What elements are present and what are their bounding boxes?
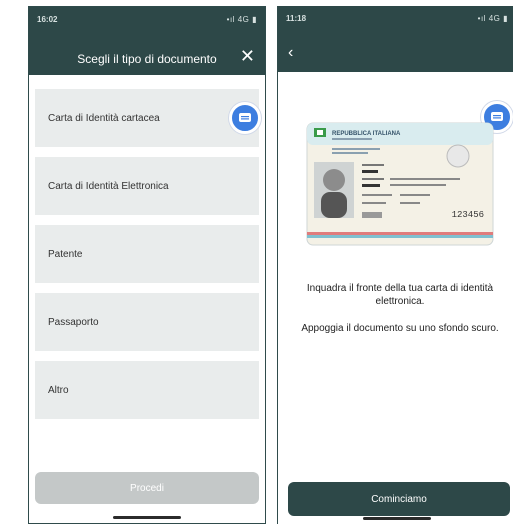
back-icon[interactable]: ‹ [288, 44, 293, 62]
document-type-screen: 16:02 •ıl 4G ▮ Scegli il tipo di documen… [28, 6, 266, 524]
card-number: 123456 [452, 210, 484, 220]
status-bar: 16:02 •ıl 4G ▮ [29, 7, 265, 33]
id-card-illustration: REPUBBLICA ITALIANA 123456 [306, 122, 494, 246]
status-indicators: •ıl 4G ▮ [226, 15, 257, 24]
home-indicator [113, 516, 181, 519]
instruction-text: Appoggia il documento su uno sfondo scur… [301, 323, 499, 334]
start-button[interactable]: Cominciamo [288, 482, 510, 516]
chat-icon[interactable] [229, 102, 261, 134]
document-option[interactable]: Altro [35, 361, 259, 419]
status-time: 16:02 [37, 15, 58, 24]
card-header-text: REPUBBLICA ITALIANA [332, 131, 401, 137]
document-option[interactable]: Passaporto [35, 293, 259, 351]
page-title: Scegli il tipo di documento [77, 52, 217, 66]
status-bar: 11:18 •ıl 4G ▮ [278, 6, 513, 32]
home-indicator [363, 517, 431, 520]
header-bar: 11:18 •ıl 4G ▮ ‹ [278, 6, 513, 72]
instruction-text: Inquadra il fronte della tua carta di id… [306, 283, 494, 307]
proceed-button[interactable]: Procedi [35, 472, 259, 504]
card-instructions-screen: 11:18 •ıl 4G ▮ ‹ REPUBBLICA ITALIANA 123… [277, 6, 513, 524]
status-indicators: •ıl 4G ▮ [477, 14, 508, 23]
close-icon[interactable]: ✕ [240, 47, 255, 65]
document-option[interactable]: Patente [35, 225, 259, 283]
document-option[interactable]: Carta di Identità Elettronica [35, 157, 259, 215]
header-bar: 16:02 •ıl 4G ▮ Scegli il tipo di documen… [29, 7, 265, 75]
status-time: 11:18 [286, 14, 307, 23]
chat-glyph [239, 113, 251, 122]
document-option[interactable]: Carta di Identità cartacea [35, 89, 259, 147]
instructions: Inquadra il fronte della tua carta di id… [294, 282, 506, 349]
document-list: Carta di Identità cartacea Carta di Iden… [35, 89, 259, 429]
